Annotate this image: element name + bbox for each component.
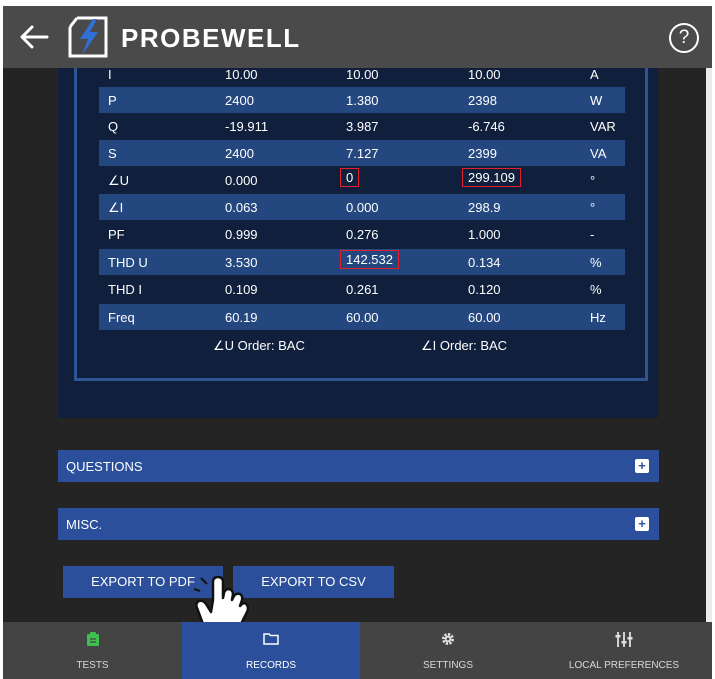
row-unit: - xyxy=(590,227,595,242)
results-table-frame: I 10.00 10.00 10.00 A P 2400 1.380 2398 … xyxy=(74,68,648,381)
arrow-left-icon xyxy=(20,25,49,49)
nav-settings-label: SETTINGS xyxy=(422,660,473,671)
table-row: P 2400 1.380 2398 W xyxy=(99,87,625,113)
row-value-3: 2398 xyxy=(468,93,497,108)
row-label: THD U xyxy=(108,255,148,270)
nav-tests[interactable]: TESTS xyxy=(3,622,182,679)
row-unit: ° xyxy=(590,200,596,215)
highlighted-value: 0 xyxy=(340,168,360,187)
row-value-1: 3.530 xyxy=(225,255,258,270)
results-panel: I 10.00 10.00 10.00 A P 2400 1.380 2398 … xyxy=(58,68,658,418)
row-value-2: 0.000 xyxy=(346,200,379,215)
row-value-2: 0.261 xyxy=(346,282,379,297)
scrollbar-track[interactable] xyxy=(706,68,712,622)
nav-records[interactable]: RECORDS xyxy=(182,622,360,679)
row-value-3: 299.109 xyxy=(462,168,521,188)
table-row: ∠I 0.063 0.000 298.9 ° xyxy=(99,194,625,220)
misc-label: MISC. xyxy=(66,517,103,532)
row-value-3: 2399 xyxy=(468,146,497,161)
export-csv-button[interactable]: EXPORT TO CSV xyxy=(233,566,394,598)
nav-settings[interactable]: SETTINGS xyxy=(360,622,536,679)
table-row: I 10.00 10.00 10.00 A xyxy=(99,68,625,87)
row-label: PF xyxy=(108,227,125,242)
row-value-2: 60.00 xyxy=(346,310,379,325)
row-unit: W xyxy=(590,93,603,108)
row-unit: VAR xyxy=(590,119,616,134)
row-unit: % xyxy=(590,282,602,297)
table-row: Q -19.911 3.987 -6.746 VAR xyxy=(99,113,625,139)
table-row: Freq 60.19 60.00 60.00 Hz xyxy=(99,304,625,330)
row-value-2: 10.00 xyxy=(346,68,379,82)
row-label: Freq xyxy=(108,310,135,325)
misc-section-header[interactable]: MISC. + xyxy=(58,508,659,540)
row-value-2: 142.532 xyxy=(340,250,399,270)
row-value-3: 1.000 xyxy=(468,227,501,242)
row-unit: VA xyxy=(590,146,607,161)
table-row: S 2400 7.127 2399 VA xyxy=(99,140,625,166)
hand-pointer-icon xyxy=(193,574,250,622)
row-value-2: 0.276 xyxy=(346,227,379,242)
questions-section-header[interactable]: QUESTIONS + xyxy=(58,450,659,482)
row-label: ∠U xyxy=(108,173,130,188)
row-value-1: 2400 xyxy=(225,146,254,161)
row-value-3: 10.00 xyxy=(468,68,501,82)
row-value-2: 7.127 xyxy=(346,146,379,161)
table-row: THD I 0.109 0.261 0.120 % xyxy=(99,276,625,302)
nav-tests-label: TESTS xyxy=(76,660,109,671)
brand-name: PROBEWELL xyxy=(121,23,301,53)
row-value-1: 60.19 xyxy=(225,310,258,325)
row-value-1: 0.999 xyxy=(225,227,258,242)
back-button[interactable] xyxy=(17,22,51,52)
bottom-nav: TESTS RECORDS SETTINGS LOCAL PREFERENCES xyxy=(3,622,712,679)
row-value-1: 10.00 xyxy=(225,68,258,82)
row-value-1: -19.911 xyxy=(225,119,269,134)
top-bar: PROBEWELL ? xyxy=(3,6,712,68)
sliders-icon xyxy=(615,632,633,650)
row-unit: % xyxy=(590,255,602,270)
gear-icon xyxy=(441,632,455,649)
folder-icon xyxy=(263,632,279,648)
table-row: PF 0.999 0.276 1.000 - xyxy=(99,221,625,247)
row-value-1: 2400 xyxy=(225,93,254,108)
row-value-1: 0.063 xyxy=(225,200,258,215)
nav-records-label: RECORDS xyxy=(245,660,296,671)
nav-local-preferences[interactable]: LOCAL PREFERENCES xyxy=(536,622,712,679)
highlighted-value: 299.109 xyxy=(462,168,521,187)
row-value-2: 0 xyxy=(340,168,360,188)
expand-plus-icon[interactable]: + xyxy=(635,459,649,473)
clipboard-icon xyxy=(86,632,99,649)
row-unit: Hz xyxy=(590,310,606,325)
content-scroll-area[interactable]: I 10.00 10.00 10.00 A P 2400 1.380 2398 … xyxy=(3,68,712,622)
app-window: PROBEWELL ? I 10.00 10.00 10.00 A P 2400… xyxy=(3,6,712,679)
row-label: THD I xyxy=(108,282,142,297)
table-row: THD U 3.530 142.532 0.134 % xyxy=(99,249,625,275)
table-row: ∠U 0.000 0 299.109 ° xyxy=(99,167,625,193)
nav-local-preferences-label: LOCAL PREFERENCES xyxy=(568,660,680,671)
row-label: S xyxy=(108,146,117,161)
u-order-label: ∠U Order: BAC xyxy=(213,338,305,353)
highlighted-value: 142.532 xyxy=(340,250,399,269)
i-order-label: ∠I Order: BAC xyxy=(421,338,508,353)
row-value-1: 0.000 xyxy=(225,173,258,188)
row-value-3: 60.00 xyxy=(468,310,501,325)
help-button[interactable]: ? xyxy=(669,23,699,53)
row-label: P xyxy=(108,93,117,108)
row-label: I xyxy=(108,68,112,82)
probewell-logo xyxy=(67,15,109,59)
questions-label: QUESTIONS xyxy=(66,459,143,474)
row-value-3: 298.9 xyxy=(468,200,501,215)
row-value-2: 1.380 xyxy=(346,93,379,108)
row-label: Q xyxy=(108,119,119,134)
expand-plus-icon[interactable]: + xyxy=(635,517,649,531)
row-unit: A xyxy=(590,68,599,82)
row-value-1: 0.109 xyxy=(225,282,258,297)
row-label: ∠I xyxy=(108,200,124,215)
row-value-3: -6.746 xyxy=(468,119,505,134)
row-value-3: 0.120 xyxy=(468,282,501,297)
row-value-3: 0.134 xyxy=(468,255,501,270)
row-unit: ° xyxy=(590,173,596,188)
question-circle-icon: ? xyxy=(678,27,690,48)
row-value-2: 3.987 xyxy=(346,119,379,134)
